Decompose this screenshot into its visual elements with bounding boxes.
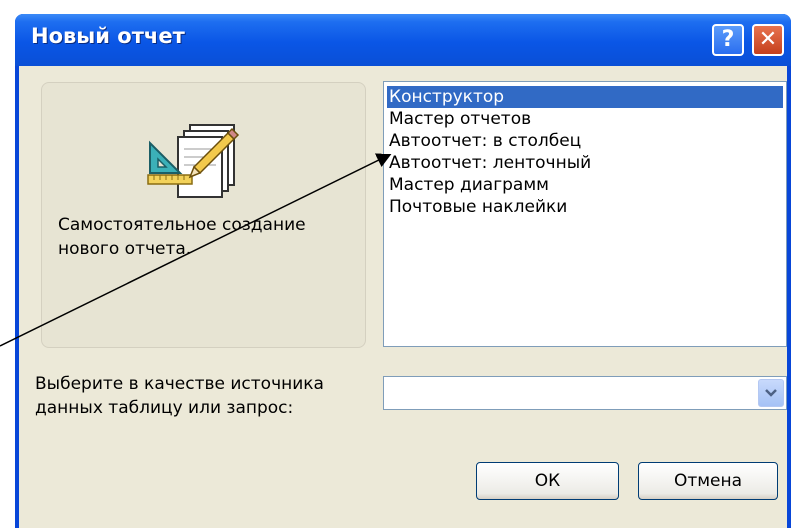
annotation-arrow xyxy=(0,153,392,347)
